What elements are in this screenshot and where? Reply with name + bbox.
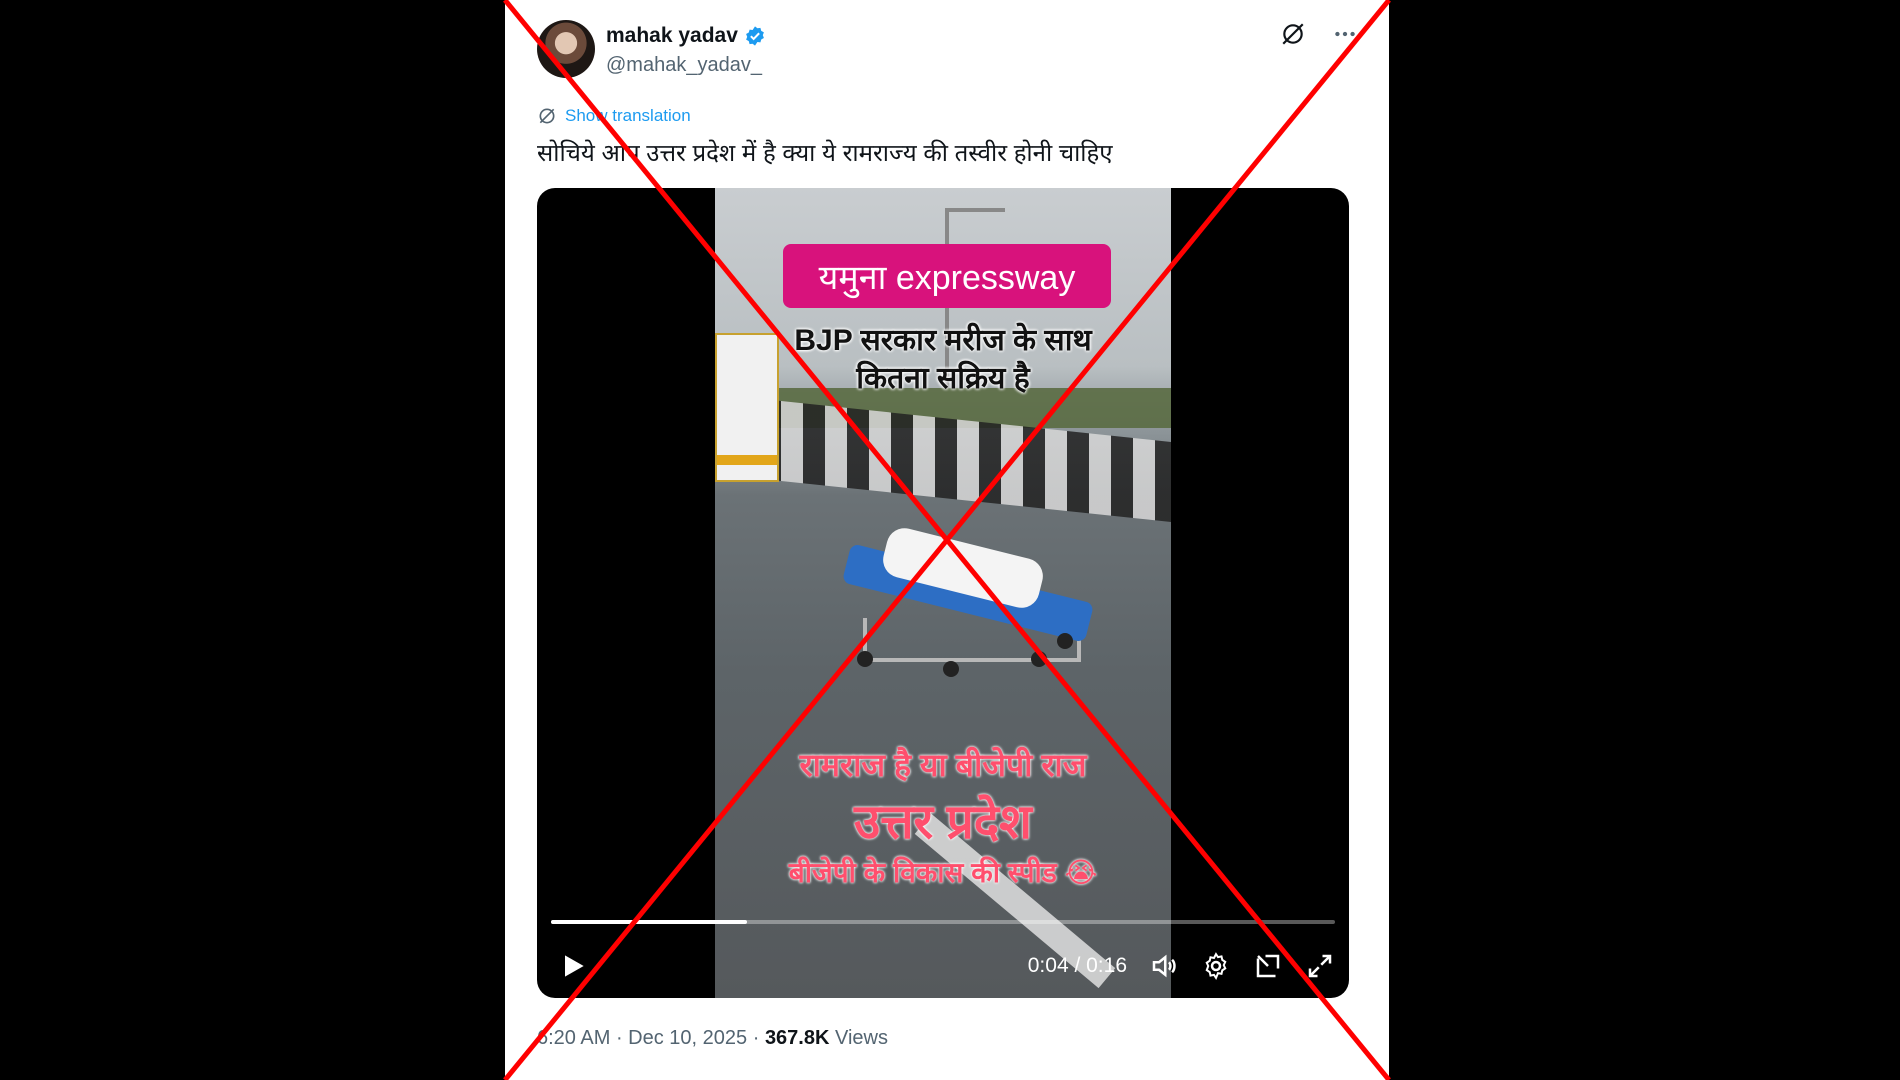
stretcher [841, 524, 1095, 677]
post-time[interactable]: 6:20 AM [537, 1027, 610, 1049]
grok-icon[interactable] [1279, 20, 1307, 48]
tweet-card: mahak yadav @mahak_yadav_ Show translati… [505, 0, 1389, 1080]
tweet-text: सोचिये आप उत्तर प्रदेश में है क्या ये रा… [537, 140, 1113, 167]
video-progress-bar[interactable] [551, 920, 1335, 924]
settings-icon[interactable] [1201, 951, 1231, 981]
post-date[interactable]: Dec 10, 2025 [628, 1027, 747, 1049]
show-translation-label[interactable]: Show translation [565, 106, 691, 126]
pip-icon[interactable] [1253, 951, 1283, 981]
overlay-red-2: उत्तर प्रदेश [854, 796, 1032, 849]
play-icon[interactable] [557, 950, 589, 982]
video-controls: 0:04 / 0:16 [551, 946, 1335, 986]
video-time: 0:04 / 0:16 [1027, 954, 1127, 977]
fullscreen-icon[interactable] [1305, 951, 1335, 981]
video-frame[interactable]: यमुना expressway BJP सरकार मरीज के साथ क… [715, 188, 1171, 998]
more-icon[interactable] [1331, 20, 1359, 48]
translate-icon [539, 108, 555, 124]
overlay-pill: यमुना expressway [783, 244, 1111, 308]
volume-icon[interactable] [1149, 951, 1179, 981]
video-progress-fill [551, 920, 747, 924]
overlay-red-1: रामराज है या बीजेपी राज [799, 747, 1087, 783]
tweet-meta: 6:20 AM · Dec 10, 2025 · 367.8K Views [537, 1027, 888, 1050]
view-label: Views [829, 1027, 888, 1049]
overlay-caption: BJP सरकार मरीज के साथ कितना सक्रिय है [715, 322, 1171, 398]
author-name[interactable]: mahak yadav [606, 24, 766, 48]
overlay-red-3: बीजेपी के विकास की स्पीड 😭 [788, 857, 1098, 888]
video-player[interactable]: यमुना expressway BJP सरकार मरीज के साथ क… [537, 188, 1349, 998]
verified-badge-icon [746, 26, 764, 46]
street-lamp-arm [945, 208, 1005, 212]
author-name-text[interactable]: mahak yadav [606, 24, 738, 48]
author-handle[interactable]: @mahak_yadav_ [606, 54, 762, 77]
view-count: 367.8K [764, 1027, 830, 1049]
overlay-line-1: BJP सरकार मरीज के साथ [794, 324, 1092, 357]
meta-separator-2: · [747, 1027, 765, 1049]
overlay-line-2: कितना सक्रिय है [856, 362, 1030, 395]
meta-separator-1: · [610, 1027, 629, 1049]
show-translation-link[interactable]: Show translation [537, 106, 691, 126]
avatar[interactable] [537, 20, 595, 78]
